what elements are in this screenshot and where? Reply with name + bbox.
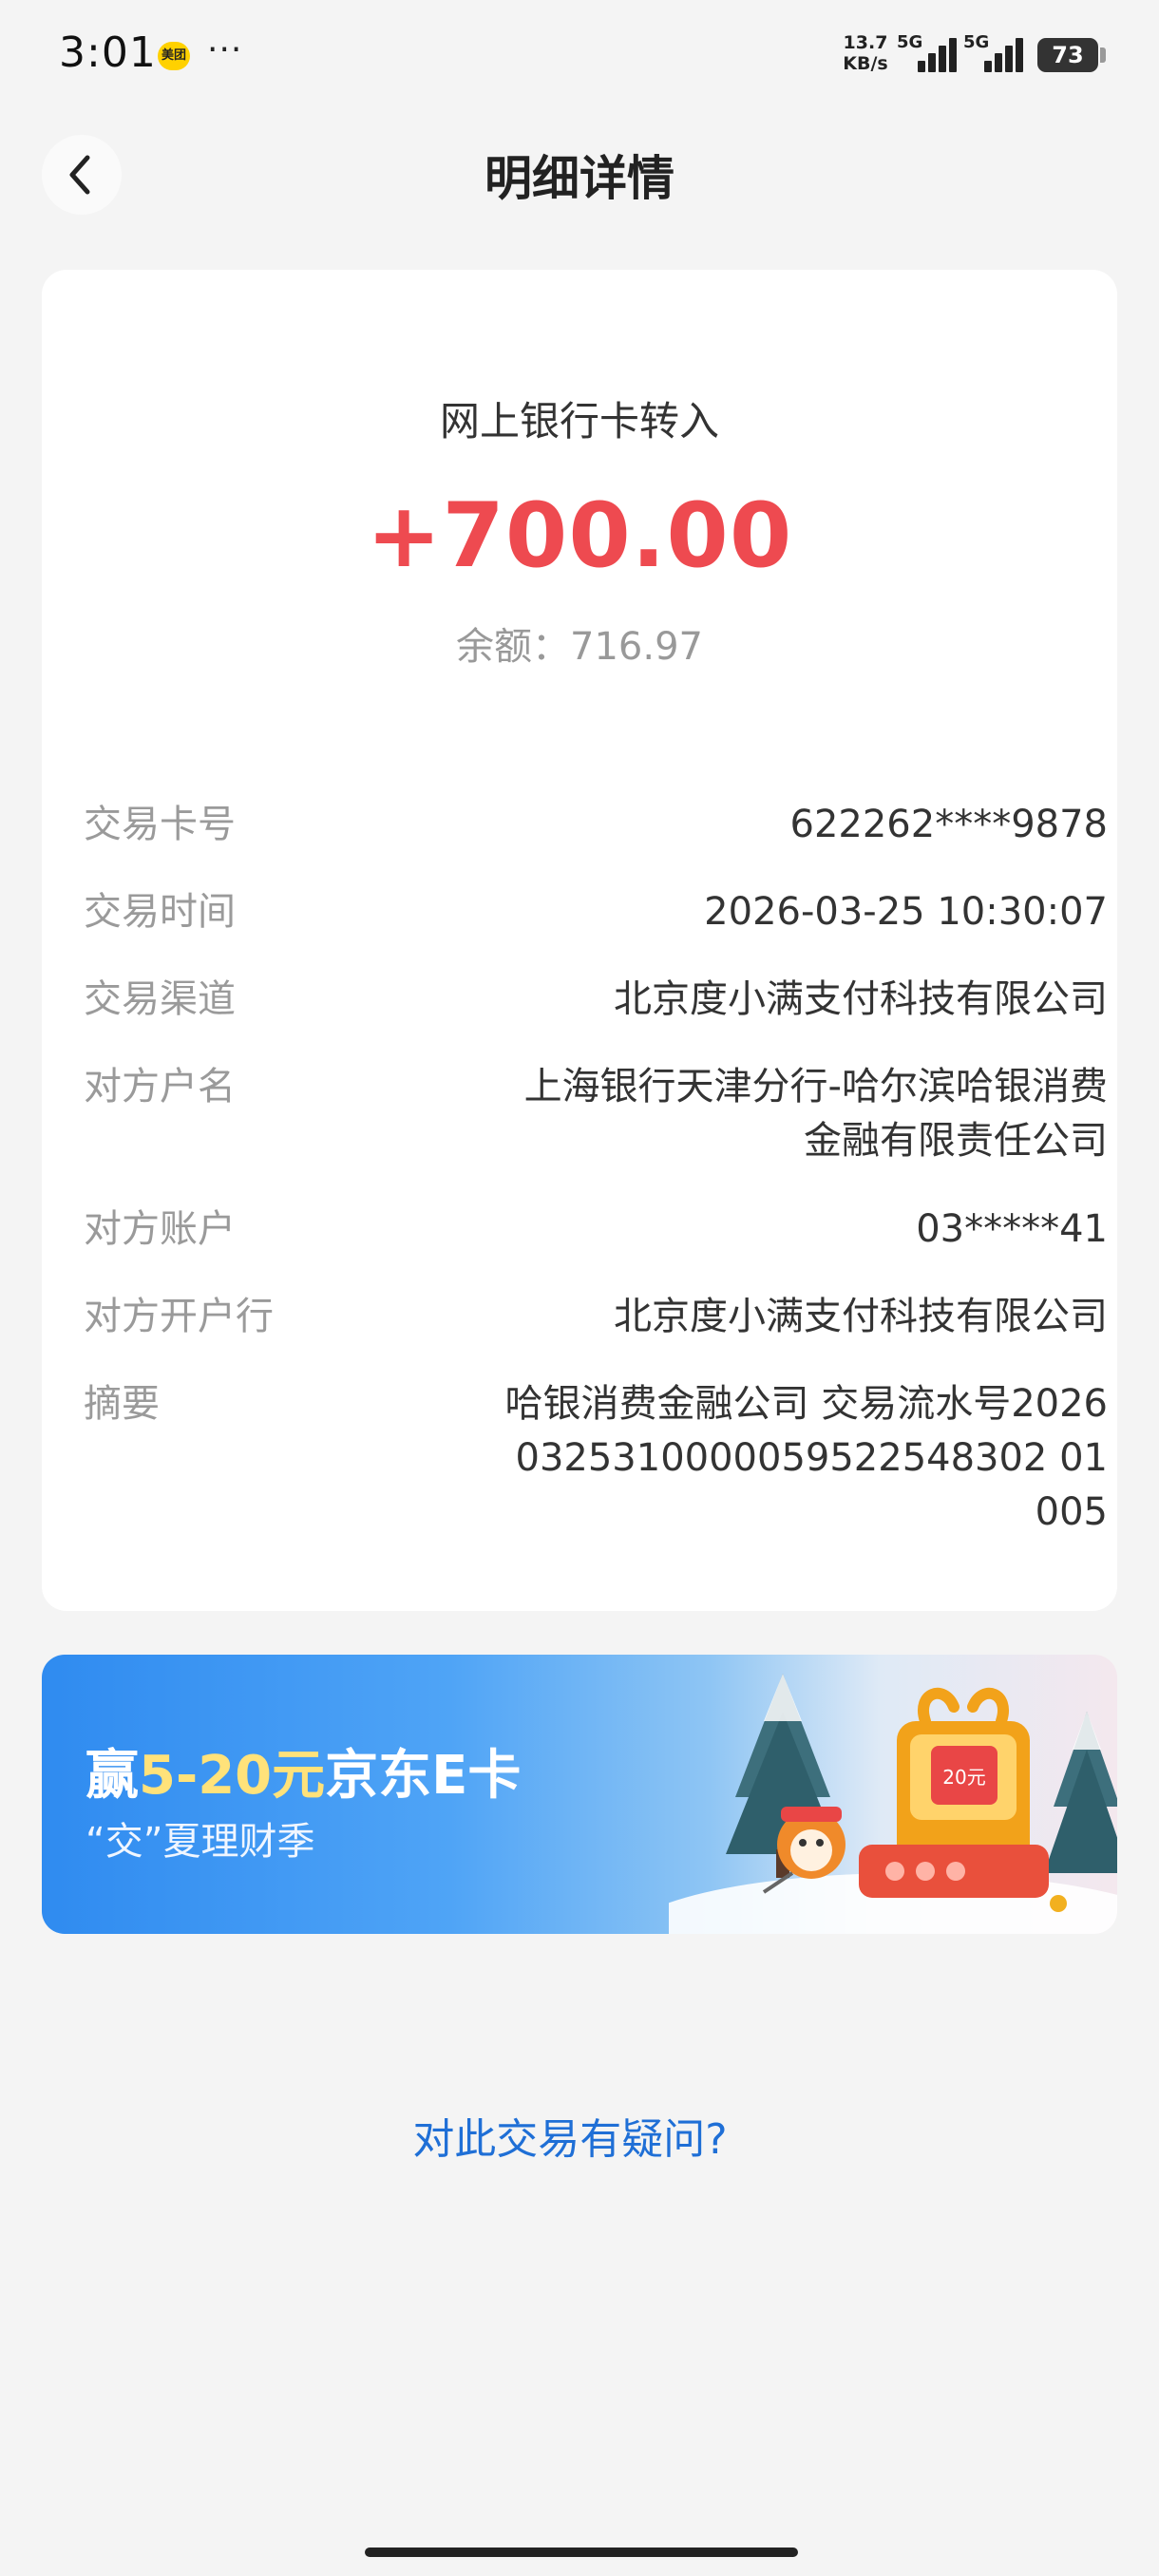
gift-machine-icon: 20元: [859, 1687, 1049, 1898]
jd-ecard-promo-banner[interactable]: 赢5-20元京东E卡 “交”夏理财季 20元: [42, 1655, 1117, 1934]
status-bar: 3:01 美团 ··· 13.7 KB/s 5G 5G 73: [0, 0, 1159, 114]
detail-value: 上海银行天津分行-哈尔滨哈银消费金融有限责任公司: [523, 1065, 1108, 1163]
detail-value: 2026-03-25 10:30:07: [704, 890, 1108, 934]
promo-subtitle: “交”夏理财季: [86, 1820, 315, 1864]
promo-title: 赢5-20元京东E卡: [86, 1733, 521, 1809]
detail-label: 交易时间: [84, 890, 236, 934]
detail-value: 北京度小满支付科技有限公司: [614, 977, 1108, 1021]
transaction-type: 网上银行卡转入: [439, 398, 719, 445]
home-indicator[interactable]: [365, 2548, 798, 2557]
detail-value: 03*****41: [916, 1207, 1108, 1251]
signal-generation-label: 5G: [897, 32, 923, 52]
more-notifications-icon: ···: [207, 30, 243, 69]
detail-label: 对方账户: [84, 1207, 236, 1251]
detail-label: 摘要: [84, 1382, 160, 1426]
detail-label: 对方开户行: [84, 1295, 274, 1338]
page-title: 明细详情: [484, 151, 674, 206]
signal-strength-icon-2: 5G: [963, 32, 1030, 74]
signal-generation-label-2: 5G: [963, 32, 990, 52]
detail-value: 哈银消费金融公司 交易流水号20260325310000059522548302…: [504, 1382, 1108, 1534]
promo-title-suffix: 京东E卡: [325, 1745, 522, 1807]
transaction-amount: +700.00: [366, 484, 793, 588]
promo-title-prefix: 赢: [86, 1745, 139, 1807]
battery-icon: 73: [1037, 38, 1098, 72]
detail-label: 对方户名: [84, 1065, 236, 1108]
promo-illustration: 20元: [669, 1674, 1117, 1934]
network-speed: 13.7 KB/s: [842, 32, 889, 74]
status-time: 3:01: [59, 28, 157, 77]
meituan-app-icon: 美团: [158, 42, 190, 70]
detail-value: 北京度小满支付科技有限公司: [614, 1295, 1108, 1338]
detail-label: 交易渠道: [84, 977, 236, 1021]
detail-label: 交易卡号: [84, 803, 236, 846]
battery-tip: [1100, 47, 1106, 63]
gift-badge-label: 20元: [942, 1766, 985, 1789]
promo-title-highlight: 5-20元: [139, 1745, 326, 1807]
account-balance: 余额：716.97: [456, 625, 703, 669]
snow-tree-icon: [1044, 1712, 1117, 1873]
detail-value: 622262****9878: [789, 803, 1109, 846]
transaction-question-link[interactable]: 对此交易有疑问?: [0, 2105, 1140, 2166]
network-speed-value: 13.7: [843, 32, 888, 53]
network-speed-unit: KB/s: [843, 53, 888, 74]
signal-strength-icon: 5G: [897, 32, 963, 74]
transaction-detail-card: 网上银行卡转入 +700.00 余额：716.97 交易卡号 622262***…: [42, 270, 1117, 1611]
